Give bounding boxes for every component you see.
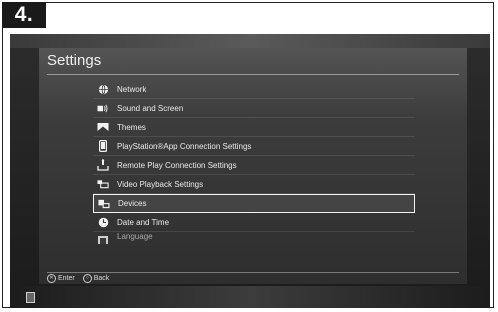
- phone-icon: [97, 140, 109, 152]
- globe-icon: [97, 83, 109, 95]
- menu-item-label: PlayStation®App Connection Settings: [117, 141, 252, 151]
- step-number-badge: 4.: [2, 2, 46, 28]
- menu-item-playstation-app-connection[interactable]: PlayStation®App Connection Settings: [93, 137, 415, 156]
- themes-icon: [97, 121, 109, 133]
- tv-display: Settings Network Sound and Screen Themes: [10, 34, 490, 308]
- menu-item-label: Network: [117, 84, 147, 94]
- back-hint: ○ Back: [82, 274, 110, 283]
- cross-button-icon: ✕: [47, 274, 56, 283]
- devices-icon: [98, 198, 110, 210]
- menu-item-label: Devices: [118, 199, 147, 208]
- title-divider: [47, 74, 459, 75]
- menu-item-label: Sound and Screen: [117, 103, 184, 113]
- remote-play-icon: [97, 159, 109, 171]
- menu-item-language[interactable]: Language: [93, 232, 415, 244]
- menu-item-devices[interactable]: Devices: [93, 194, 415, 213]
- menu-item-sound-and-screen[interactable]: Sound and Screen: [93, 99, 415, 118]
- video-playback-icon: [97, 178, 109, 190]
- tv-bottom-bezel: [10, 286, 490, 308]
- menu-item-network[interactable]: Network: [93, 80, 415, 99]
- menu-item-themes[interactable]: Themes: [93, 118, 415, 137]
- circle-button-icon: ○: [82, 274, 92, 283]
- menu-item-label: Language: [117, 232, 153, 241]
- back-label: Back: [93, 275, 110, 282]
- button-hints: ✕ Enter ○ Back: [47, 274, 109, 283]
- menu-item-label: Themes: [117, 122, 146, 132]
- menu-item-video-playback-settings[interactable]: Video Playback Settings: [93, 175, 415, 194]
- enter-hint: ✕ Enter: [47, 274, 75, 283]
- menu-item-remote-play-connection[interactable]: Remote Play Connection Settings: [93, 156, 415, 175]
- enter-label: Enter: [58, 275, 75, 282]
- tv-top-bezel: [10, 34, 490, 48]
- menu-item-label: Date and Time: [117, 217, 170, 227]
- menu-item-label: Video Playback Settings: [117, 179, 204, 189]
- page-title: Settings: [47, 52, 102, 69]
- menu-item-date-and-time[interactable]: Date and Time: [93, 213, 415, 232]
- ps4-settings-screen: Settings Network Sound and Screen Themes: [39, 48, 467, 284]
- footer-divider: [47, 272, 459, 273]
- clock-icon: [97, 216, 109, 228]
- settings-menu: Network Sound and Screen Themes PlayStat…: [93, 80, 415, 244]
- language-icon: [97, 232, 109, 244]
- document-icon: [26, 292, 35, 303]
- menu-item-label: Remote Play Connection Settings: [117, 160, 237, 170]
- speaker-screen-icon: [97, 102, 109, 114]
